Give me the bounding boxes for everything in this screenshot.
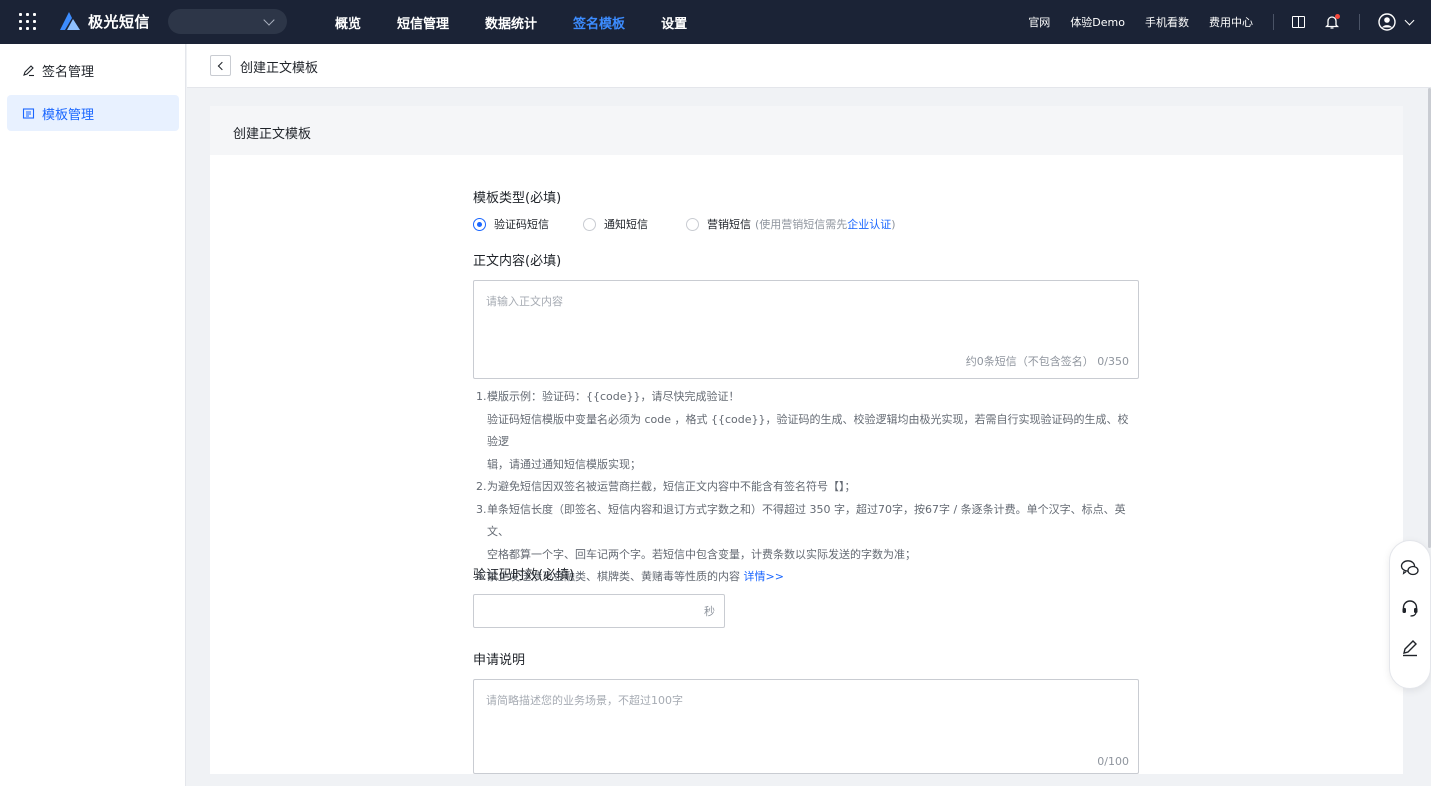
nav-statistics[interactable]: 数据统计	[485, 13, 537, 32]
link-demo[interactable]: 体验Demo	[1070, 14, 1125, 30]
card-title: 创建正文模板	[233, 127, 312, 142]
description-label: 申请说明	[473, 653, 526, 668]
description-textarea[interactable]: 请简略描述您的业务场景，不超过100字 0/100	[473, 679, 1139, 774]
tip-item: 3. 单条短信长度（即签名、短信内容和退订方式字数之和）不得超过 350 字，超…	[476, 502, 1126, 561]
card-header: 创建正文模板	[210, 106, 1403, 155]
link-official-site[interactable]: 官网	[1028, 14, 1050, 30]
back-button[interactable]	[210, 55, 231, 76]
template-type-radio-group: 验证码短信 通知短信 营销短信 (使用营销短信需先 企业认证)	[473, 216, 896, 232]
top-navigation-bar: 极光短信 概览 短信管理 数据统计 签名模板 设置 官网 体验Demo 手机看数…	[0, 0, 1431, 44]
app-selector-dropdown[interactable]	[168, 9, 287, 34]
marketing-hint-suffix: )	[891, 217, 896, 231]
content-label: 正文内容(必填)	[473, 254, 562, 269]
page-header: 创建正文模板	[187, 44, 1431, 88]
sidebar-item-label: 签名管理	[42, 64, 95, 80]
seconds-suffix: 秒	[704, 605, 715, 618]
sidebar-item-label: 模板管理	[42, 107, 95, 123]
book-icon[interactable]	[1292, 16, 1305, 28]
details-link[interactable]: 详情>>	[744, 570, 784, 583]
content-textarea[interactable]: 请输入正文内容 约0条短信（不包含签名） 0/350	[473, 280, 1139, 379]
brand-logo[interactable]: 极光短信	[58, 10, 150, 32]
tip-item: 2. 为避免短信因双签名被运营商拦截，短信正文内容中不能含有签名符号【】；	[476, 480, 856, 493]
description-char-counter: 0/100	[1097, 755, 1129, 768]
main-nav: 概览 短信管理 数据统计 签名模板 设置	[335, 0, 723, 44]
template-icon	[22, 107, 35, 119]
sidebar: 签名管理 模板管理	[0, 44, 186, 786]
nav-sms-management[interactable]: 短信管理	[397, 13, 449, 32]
page-title: 创建正文模板	[240, 61, 319, 76]
code-validity-label: 验证码时效(必填)	[473, 568, 575, 583]
radio-marketing-sms[interactable]	[686, 217, 699, 231]
floating-toolbar	[1389, 540, 1431, 689]
nav-overview[interactable]: 概览	[335, 13, 361, 32]
chevron-down-icon	[263, 14, 275, 26]
radio-verification-sms[interactable]	[473, 217, 486, 231]
radio-label-verification[interactable]: 验证码短信	[494, 216, 549, 232]
content-placeholder: 请输入正文内容	[486, 295, 563, 308]
link-billing[interactable]: 费用中心	[1209, 14, 1253, 30]
link-mobile-view[interactable]: 手机看数	[1145, 14, 1189, 30]
enterprise-auth-link[interactable]: 企业认证	[847, 216, 891, 232]
edit-icon[interactable]	[1400, 638, 1420, 658]
apps-grid-icon[interactable]	[19, 13, 36, 30]
radio-label-notification[interactable]: 通知短信	[604, 216, 648, 232]
nav-settings[interactable]: 设置	[661, 13, 687, 32]
chevron-down-icon[interactable]	[1404, 15, 1415, 25]
content-char-counter: 约0条短信（不包含签名） 0/350	[965, 355, 1129, 368]
headset-icon[interactable]	[1400, 598, 1420, 618]
wechat-icon[interactable]	[1400, 558, 1420, 578]
tip-item: 1. 模版示例：验证码：{{code}}，请尽快完成验证！ 验证码短信模版中变量…	[476, 390, 1129, 471]
bell-icon[interactable]	[1324, 14, 1340, 30]
radio-notification-sms[interactable]	[583, 217, 596, 231]
brand-name: 极光短信	[88, 12, 151, 31]
code-validity-input[interactable]: 秒	[473, 594, 725, 628]
content-tips: 1. 模版示例：验证码：{{code}}，请尽快完成验证！ 验证码短信模版中变量…	[473, 386, 1139, 589]
description-placeholder: 请简略描述您的业务场景，不超过100字	[486, 694, 683, 707]
template-type-label: 模板类型(必填)	[473, 191, 562, 206]
user-avatar-icon[interactable]	[1378, 13, 1396, 31]
aurora-logo-icon	[60, 12, 80, 30]
notification-dot	[1335, 14, 1340, 19]
sidebar-item-signature[interactable]: 签名管理	[7, 52, 179, 88]
divider	[1359, 14, 1360, 30]
marketing-hint-prefix: (使用营销短信需先	[755, 218, 848, 231]
form-card: 创建正文模板 模板类型(必填) 验证码短信 通知短信 营销短信 (使用营销短信需…	[210, 106, 1403, 774]
sidebar-item-template[interactable]: 模板管理	[7, 95, 179, 131]
divider	[1273, 14, 1274, 30]
top-right-links: 官网 体验Demo 手机看数 费用中心	[1028, 0, 1431, 44]
nav-signature-template[interactable]: 签名模板	[573, 13, 625, 32]
radio-label-marketing[interactable]: 营销短信	[707, 216, 751, 232]
pen-icon	[23, 64, 34, 76]
